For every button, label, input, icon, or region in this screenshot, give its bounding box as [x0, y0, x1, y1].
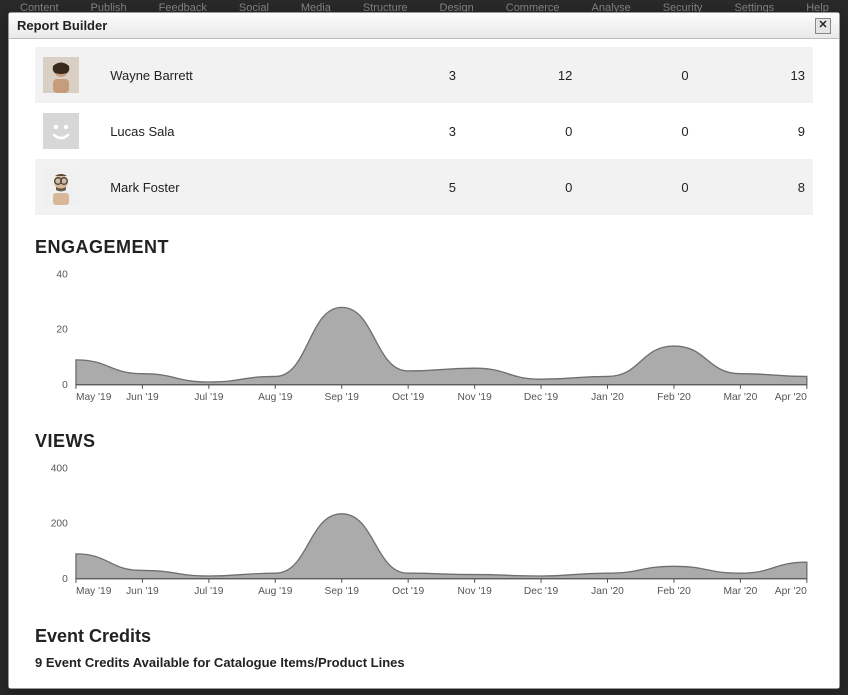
metric-cell: 13 [697, 47, 813, 103]
svg-text:May '19: May '19 [76, 392, 112, 403]
modal-title: Report Builder [17, 18, 107, 33]
svg-text:May '19: May '19 [76, 586, 112, 597]
table-row[interactable]: Wayne Barrett312013 [35, 47, 813, 103]
svg-text:Sep '19: Sep '19 [325, 586, 360, 597]
svg-text:Apr '20: Apr '20 [775, 586, 807, 597]
svg-text:Nov '19: Nov '19 [457, 586, 492, 597]
svg-text:400: 400 [51, 464, 68, 475]
svg-text:0: 0 [62, 380, 68, 391]
metric-cell: 0 [464, 103, 580, 159]
svg-text:Apr '20: Apr '20 [775, 392, 807, 403]
svg-text:Feb '20: Feb '20 [657, 392, 691, 403]
column-header: Name [109, 680, 269, 688]
table-row[interactable]: Lucas Sala3009 [35, 103, 813, 159]
svg-text:Aug '19: Aug '19 [258, 392, 293, 403]
svg-text:200: 200 [51, 519, 68, 530]
metric-cell: 8 [697, 159, 813, 215]
metric-cell: 5 [348, 159, 464, 215]
person-name: Lucas Sala [102, 103, 348, 159]
svg-text:Feb '20: Feb '20 [657, 586, 691, 597]
svg-text:Mar '20: Mar '20 [724, 586, 758, 597]
column-header: Event Credits Used [269, 680, 379, 688]
column-header: User [35, 680, 109, 688]
metric-cell: 3 [348, 103, 464, 159]
svg-text:Dec '19: Dec '19 [524, 586, 559, 597]
svg-text:Nov '19: Nov '19 [457, 392, 492, 403]
metric-cell: 12 [464, 47, 580, 103]
event-credits-table: UserNameEvent Credits UsedCatalogue Item… [35, 680, 813, 688]
views-heading: VIEWS [35, 431, 813, 452]
metric-cell: 0 [580, 47, 696, 103]
svg-text:Jan '20: Jan '20 [591, 586, 624, 597]
svg-text:Mar '20: Mar '20 [724, 392, 758, 403]
svg-text:Oct '19: Oct '19 [392, 586, 424, 597]
svg-text:40: 40 [56, 269, 68, 280]
engagement-heading: ENGAGEMENT [35, 237, 813, 258]
event-credits-heading: Event Credits [35, 626, 813, 647]
engagement-chart: 0 20 40 May '19 Jun '19 Jul '19 Aug '19 Sep '19… [35, 266, 813, 409]
svg-text:Jun '19: Jun '19 [126, 392, 159, 403]
table-header-row: UserNameEvent Credits UsedCatalogue Item… [35, 680, 813, 688]
avatar [43, 169, 79, 205]
svg-text:Jul '19: Jul '19 [194, 392, 224, 403]
person-name: Wayne Barrett [102, 47, 348, 103]
svg-text:Dec '19: Dec '19 [524, 392, 559, 403]
event-credits-subtitle: 9 Event Credits Available for Catalogue … [35, 655, 813, 670]
svg-text:Sep '19: Sep '19 [325, 392, 360, 403]
svg-text:Oct '19: Oct '19 [392, 392, 424, 403]
avatar [43, 113, 79, 149]
avatar [43, 57, 79, 93]
metric-cell: 9 [697, 103, 813, 159]
svg-text:0: 0 [62, 574, 68, 585]
metric-cell: 0 [580, 103, 696, 159]
report-builder-modal: Report Builder ✕ Wayne Barrett312013Luca… [8, 12, 840, 689]
svg-text:20: 20 [56, 325, 68, 336]
table-row[interactable]: Mark Foster5008 [35, 159, 813, 215]
modal-body: Wayne Barrett312013Lucas Sala3009Mark Fo… [9, 39, 839, 688]
modal-header: Report Builder ✕ [9, 13, 839, 39]
metric-cell: 3 [348, 47, 464, 103]
metric-cell: 0 [580, 159, 696, 215]
svg-text:Jul '19: Jul '19 [194, 586, 224, 597]
svg-text:Aug '19: Aug '19 [258, 586, 293, 597]
close-icon[interactable]: ✕ [815, 18, 831, 34]
svg-text:Jan '20: Jan '20 [591, 392, 624, 403]
metric-cell: 0 [464, 159, 580, 215]
column-header: Event Start Date [629, 680, 813, 688]
views-chart: 0 200 400 May '19 Jun '19 Jul '19 Aug '19 Sep '… [35, 460, 813, 603]
person-name: Mark Foster [102, 159, 348, 215]
svg-text:Jun '19: Jun '19 [126, 586, 159, 597]
people-table: Wayne Barrett312013Lucas Sala3009Mark Fo… [35, 47, 813, 215]
column-header: Catalogue Item [379, 680, 629, 688]
